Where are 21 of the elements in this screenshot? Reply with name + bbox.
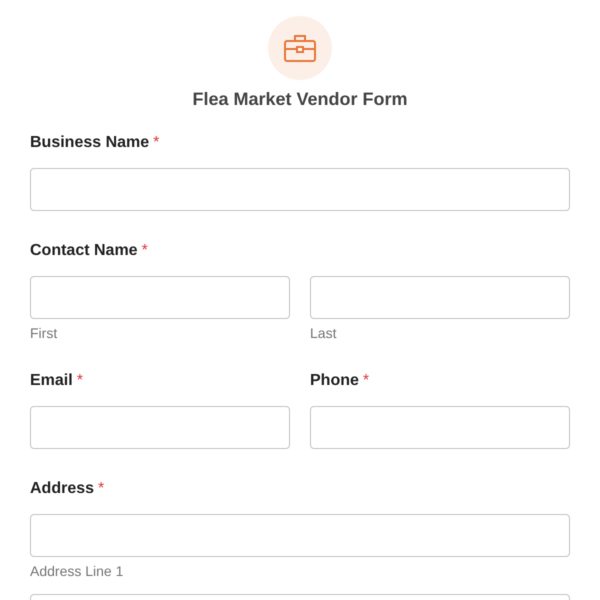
required-mark: * — [76, 371, 83, 391]
input-field[interactable] — [310, 406, 570, 449]
sublabel: Last — [310, 324, 338, 342]
input-field[interactable] — [30, 406, 290, 449]
sublabel: Address Line 1 — [30, 562, 124, 580]
briefcase-icon — [284, 34, 316, 62]
required-mark: * — [98, 479, 104, 499]
required-mark: * — [362, 371, 370, 391]
input-field[interactable] — [30, 168, 570, 211]
field-label: Address — [30, 479, 94, 499]
form-title: Flea Market Vendor Form — [192, 88, 408, 111]
input-field[interactable] — [30, 276, 290, 319]
sublabel: First — [30, 324, 58, 342]
field-label: Phone — [310, 371, 359, 391]
required-mark: * — [153, 133, 160, 153]
field-label: Business Name — [30, 133, 150, 153]
input-field[interactable] — [30, 514, 570, 557]
field-label: Contact Name — [30, 241, 138, 261]
required-mark: * — [142, 241, 148, 261]
input-field[interactable] — [310, 276, 570, 319]
field-label: Email — [30, 371, 73, 391]
